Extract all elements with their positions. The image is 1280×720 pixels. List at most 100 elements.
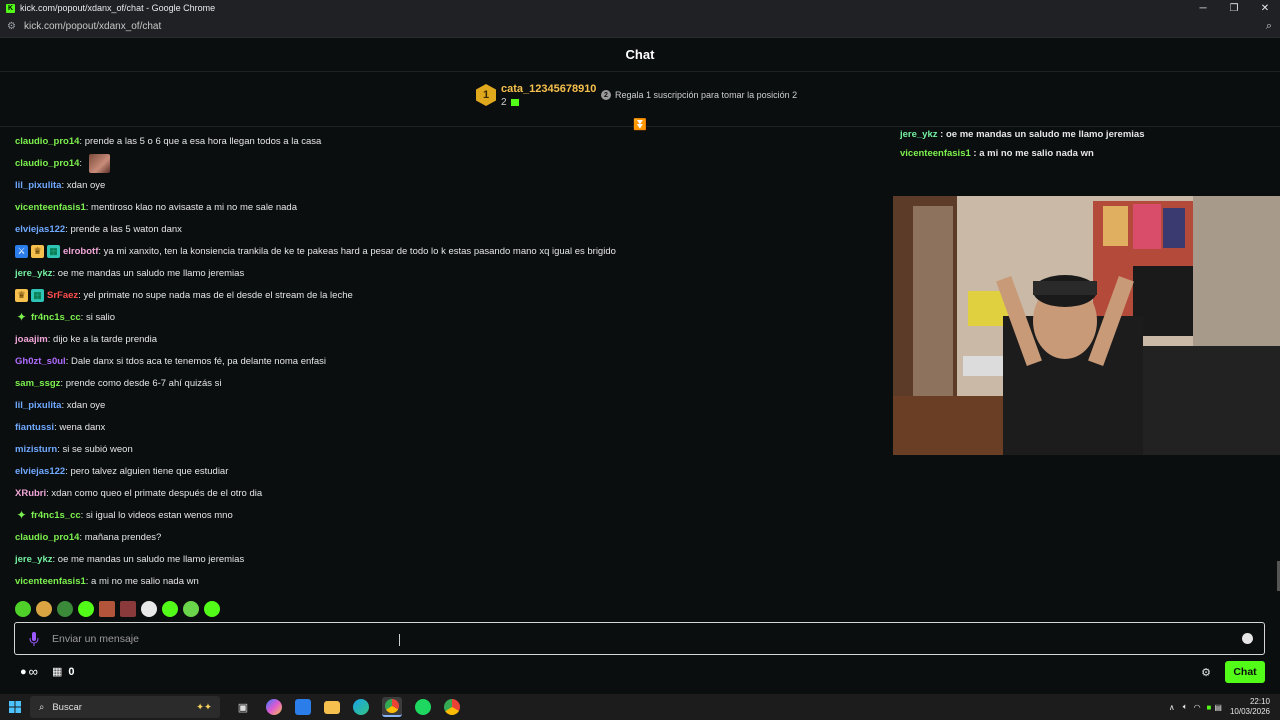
message-input[interactable] xyxy=(52,632,1202,645)
windows-start-icon[interactable] xyxy=(0,701,30,713)
chat-footer-left: ● ∞ ▦ 0 xyxy=(20,664,74,679)
emote-1-icon[interactable] xyxy=(15,600,31,617)
chat-username[interactable]: lil_pixulita xyxy=(15,180,61,191)
emote-9-icon[interactable] xyxy=(183,600,199,617)
emoji-picker-icon[interactable] xyxy=(1242,633,1253,644)
address-bar[interactable]: ⚙ kick.com/popout/xdanx_of/chat ⌕ xyxy=(0,16,1280,38)
chat-message-text: a mi no me salio nada wn xyxy=(91,575,199,587)
settings-gear-icon[interactable]: ⚙ xyxy=(1201,666,1211,679)
spotify-icon[interactable] xyxy=(415,699,431,715)
infinity-icon[interactable]: ∞ xyxy=(29,664,38,679)
microphone-icon[interactable] xyxy=(29,631,39,646)
edge-browser-icon[interactable] xyxy=(353,699,369,715)
emote-10-icon[interactable] xyxy=(204,600,220,617)
gift-count: 2 xyxy=(501,97,519,108)
chat-username[interactable]: vicenteenfasis1 xyxy=(900,148,971,159)
chat-username[interactable]: vicenteenfasis1 xyxy=(15,202,86,213)
chat-username[interactable]: mizisturn xyxy=(15,444,57,455)
chat-message: vicenteenfasis1: mentiroso klao no avisa… xyxy=(15,196,885,218)
chat-username[interactable]: joaajim xyxy=(15,334,48,345)
chat-username[interactable]: XRubri xyxy=(15,488,46,499)
chat-username[interactable]: claudio_pro14 xyxy=(15,532,79,543)
emote-6-icon[interactable] xyxy=(120,600,136,617)
chat-username[interactable]: vicenteenfasis1 xyxy=(15,576,86,587)
minimize-button[interactable]: ─ xyxy=(1188,0,1218,16)
copilot-sparkle-icon: ✦✦ xyxy=(196,701,212,713)
chat-username[interactable]: SrFaez xyxy=(47,290,78,301)
chat-message-text: xdan oye xyxy=(66,179,106,191)
chat-username[interactable]: claudio_pro14 xyxy=(15,136,79,147)
people-icon[interactable]: ● xyxy=(20,666,27,678)
chat-message-list: claudio_pro14: prende a las 5 o 6 que a … xyxy=(15,130,885,592)
emote-2-icon[interactable] xyxy=(36,600,52,617)
subscriber-badge-icon: ▦ xyxy=(31,288,44,302)
chrome-profile-icon[interactable] xyxy=(444,699,460,715)
window-title: kick.com/popout/xdanx_of/chat - Google C… xyxy=(20,3,216,13)
chat-message: joaajim: dijo ke a la tarde prendia xyxy=(15,328,885,350)
chat-username[interactable]: jere_ykz xyxy=(900,129,938,140)
text-cursor-icon xyxy=(399,634,403,646)
top-gifter-username[interactable]: cata_12345678910 xyxy=(501,83,596,95)
sparkle-badge-icon: ✦ xyxy=(16,309,27,324)
chrome-browser-icon[interactable] xyxy=(382,697,402,717)
close-button[interactable]: ✕ xyxy=(1250,0,1280,16)
chat-username[interactable]: lil_pixulita xyxy=(15,400,61,411)
store-app-icon[interactable] xyxy=(295,699,311,715)
volume-icon[interactable]: 🔈︎ xyxy=(1183,702,1188,712)
site-settings-icon[interactable]: ⚙ xyxy=(7,21,16,32)
chat-message: jere_ykz: oe me mandas un saludo me llam… xyxy=(15,262,885,284)
chat-message-text: si igual lo videos estan wenos mno xyxy=(85,509,233,521)
chat-message: jere_ykz: oe me mandas un saludo me llam… xyxy=(15,548,885,570)
emote-4-icon[interactable] xyxy=(78,600,94,617)
points-count: 0 xyxy=(68,665,75,678)
chat-message-text: Dale danx si tdos aca te tenemos fé, pa … xyxy=(70,355,327,367)
file-explorer-icon[interactable] xyxy=(324,700,340,714)
chat-message: lil_pixulita: xdan oye xyxy=(15,394,885,416)
chat-username[interactable]: elrobotf xyxy=(63,246,98,257)
emote-3-icon[interactable] xyxy=(57,600,73,617)
restore-button[interactable]: ❐ xyxy=(1219,0,1249,16)
emote-5-icon[interactable] xyxy=(99,600,115,617)
tray-chevron-icon[interactable]: ∧ xyxy=(1169,703,1175,712)
moderator-badge-icon: ⚔ xyxy=(15,244,28,258)
chat-username[interactable]: sam_ssgz xyxy=(15,378,60,389)
gift-promo-text: Regala 1 suscripción para tomar la posic… xyxy=(615,90,798,100)
emote-7-icon[interactable] xyxy=(141,600,157,617)
message-input-box[interactable] xyxy=(14,622,1265,655)
task-view-icon[interactable]: ▣ xyxy=(233,697,253,717)
chat-message: vicenteenfasis1 : a mi no me salio nada … xyxy=(900,144,1270,163)
emote-8-icon[interactable] xyxy=(162,600,178,617)
chat-username[interactable]: elviejas122 xyxy=(15,466,65,477)
system-tray: ∧ 🔈︎ ◠ ■ ▤ 22:10 10/03/2026 xyxy=(1169,694,1270,720)
chat-message: claudio_pro14: xyxy=(15,152,885,174)
chat-message-text: prende a las 5 o 6 que a esa hora llegan… xyxy=(84,135,322,147)
tray-app-icon[interactable]: ■ xyxy=(1207,703,1212,712)
chat-username[interactable]: claudio_pro14 xyxy=(15,158,79,169)
chat-username[interactable]: Gh0zt_s0ul xyxy=(15,356,66,367)
chat-message: vicenteenfasis1: a mi no me salio nada w… xyxy=(15,570,885,592)
chat-username[interactable]: fiantussi xyxy=(15,422,54,433)
chat-username[interactable]: jere_ykz xyxy=(15,268,53,279)
chat-footer-right: ⚙ Chat xyxy=(1201,661,1265,683)
kick-favicon-icon: K xyxy=(6,3,15,13)
gift-count-value: 2 xyxy=(501,97,507,108)
chat-message: ♛ ▦ SrFaez: yel primate no supe nada mas d… xyxy=(15,284,885,306)
chat-message: claudio_pro14: mañana prendes? xyxy=(15,526,885,548)
store-icon[interactable]: ▦ xyxy=(52,665,62,678)
chat-username[interactable]: jere_ykz xyxy=(15,554,53,565)
clock-time: 22:10 xyxy=(1249,697,1270,706)
network-icon[interactable]: ◠ xyxy=(1194,703,1201,712)
zoom-icon[interactable]: ⌕ xyxy=(1266,20,1272,33)
gift-promo[interactable]: 2 Regala 1 suscripción para tomar la pos… xyxy=(601,90,797,100)
copilot-app-icon[interactable] xyxy=(266,699,282,715)
chat-username[interactable]: fr4nc1s_cc xyxy=(31,510,81,521)
chat-username[interactable]: fr4nc1s_cc xyxy=(31,312,81,323)
chat-message: Gh0zt_s0ul: Dale danx si tdos aca te ten… xyxy=(15,350,885,372)
stream-video-frame xyxy=(893,196,1280,455)
tray-app-2-icon[interactable]: ▤ xyxy=(1214,703,1222,712)
chat-message-text: pero talvez alguien tiene que estudiar xyxy=(70,465,229,477)
taskbar-search-box[interactable]: ⌕ Buscar ✦✦ xyxy=(30,696,220,718)
send-chat-button[interactable]: Chat xyxy=(1225,661,1265,683)
chat-username[interactable]: elviejas122 xyxy=(15,224,65,235)
taskbar-clock[interactable]: 22:10 10/03/2026 xyxy=(1230,697,1270,717)
